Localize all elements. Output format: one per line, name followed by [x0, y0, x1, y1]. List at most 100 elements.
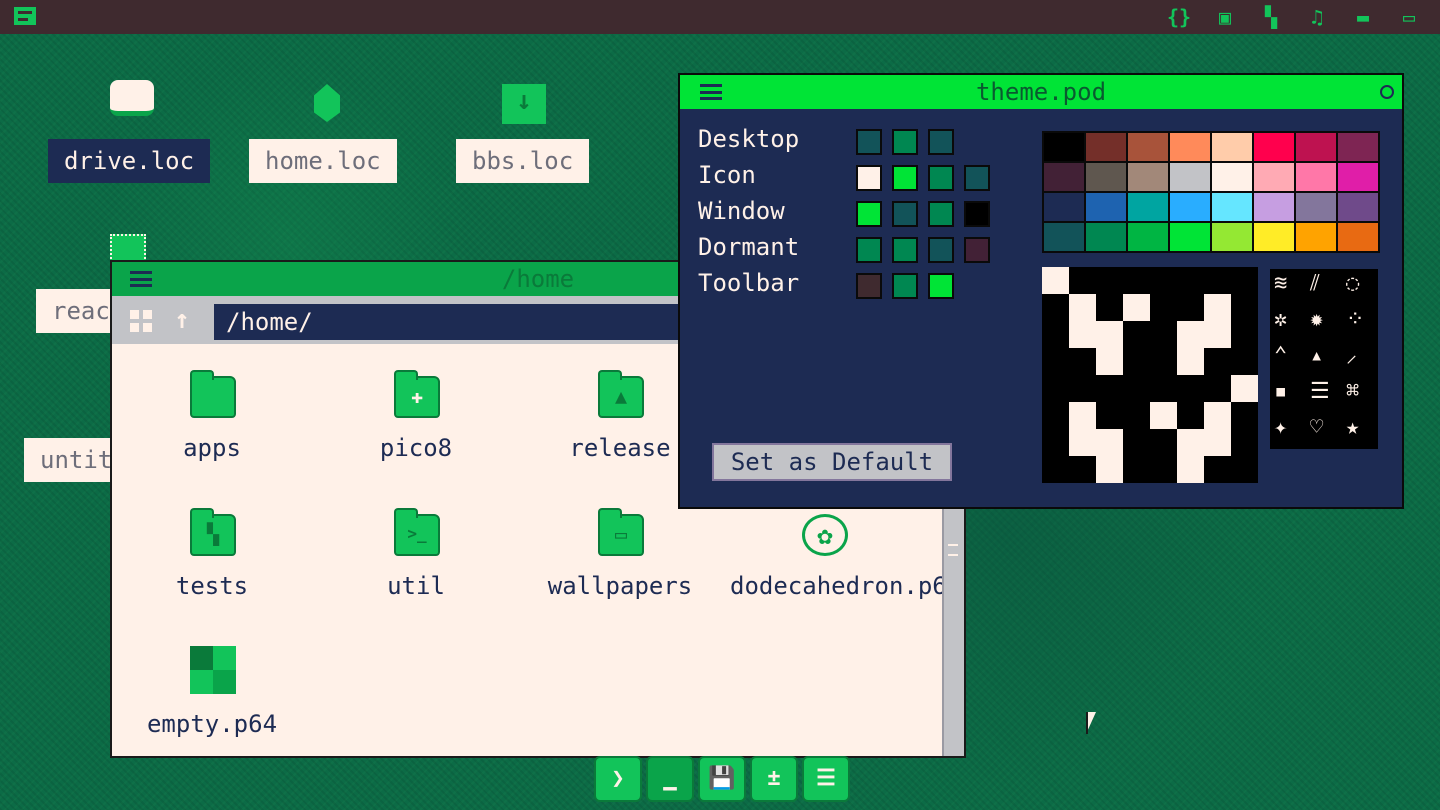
palette-color-24[interactable]: [1044, 223, 1084, 251]
triangle-pattern-icon[interactable]: ▴: [1310, 345, 1323, 367]
theme-swatch-window-1[interactable]: [892, 201, 918, 227]
theme-swatch-toolbar-0[interactable]: [856, 273, 882, 299]
set-as-default-button[interactable]: Set as Default: [712, 443, 952, 481]
theme-window-titlebar[interactable]: theme.pod: [680, 75, 1402, 109]
terminal-dock-icon[interactable]: ❯: [594, 756, 642, 802]
hash-pattern-icon[interactable]: ✲: [1274, 309, 1287, 331]
file-item-wallpapers[interactable]: ▭ wallpapers: [520, 508, 720, 634]
palette-color-12[interactable]: [1212, 163, 1252, 191]
palette-color-22[interactable]: [1296, 193, 1336, 221]
heart-pattern-icon[interactable]: ♡: [1310, 417, 1323, 439]
sprite-editor-icon[interactable]: ▣: [1212, 6, 1238, 28]
theme-swatch-window-2[interactable]: [928, 201, 954, 227]
palette-color-30[interactable]: [1296, 223, 1336, 251]
palette-color-3[interactable]: [1170, 133, 1210, 161]
palette-color-18[interactable]: [1128, 193, 1168, 221]
palette-color-10[interactable]: [1128, 163, 1168, 191]
file-item-label: tests: [175, 572, 249, 600]
terminal-desktop-icon[interactable]: [110, 234, 146, 262]
sfx-editor-icon[interactable]: ▬: [1350, 6, 1376, 28]
palette-color-16[interactable]: [1044, 193, 1084, 221]
palette-color-9[interactable]: [1086, 163, 1126, 191]
theme-swatch-dormant-1[interactable]: [892, 237, 918, 263]
theme-swatch-desktop-2[interactable]: [928, 129, 954, 155]
palette-color-27[interactable]: [1170, 223, 1210, 251]
palette-color-2[interactable]: [1128, 133, 1168, 161]
palette-color-20[interactable]: [1212, 193, 1252, 221]
save-dock-icon[interactable]: 💾: [698, 756, 746, 802]
palette-color-21[interactable]: [1254, 193, 1294, 221]
wave-pattern-icon[interactable]: ≋: [1274, 273, 1287, 295]
parent-folder-icon[interactable]: ↑: [170, 306, 194, 334]
palette-color-1[interactable]: [1086, 133, 1126, 161]
map-editor-icon[interactable]: ▚: [1258, 6, 1284, 28]
fill-pattern-picker[interactable]: ≋ ⫽ ◌ ✲ ✹ ⁘ ⌃ ▴ ⸝ ▪ ☰ ⌘ ✦ ♡ ★: [1270, 269, 1378, 449]
theme-swatch-icon-0[interactable]: [856, 165, 882, 191]
palette-color-4[interactable]: [1212, 133, 1252, 161]
palette-color-6[interactable]: [1296, 133, 1336, 161]
bars-pattern-icon[interactable]: ☰: [1310, 381, 1330, 403]
palette-color-26[interactable]: [1128, 223, 1168, 251]
tv-icon[interactable]: ▭: [1396, 6, 1422, 28]
notes-dock-icon[interactable]: ☰: [802, 756, 850, 802]
theme-swatch-window-0[interactable]: [856, 201, 882, 227]
theme-swatch-icon-2[interactable]: [928, 165, 954, 191]
palette-color-5[interactable]: [1254, 133, 1294, 161]
theme-swatch-window-3[interactable]: [964, 201, 990, 227]
file-item-dodecahedron[interactable]: dodecahedron.p64: [724, 514, 961, 634]
file-item-pico8[interactable]: ✚ pico8: [316, 370, 516, 496]
theme-swatch-dormant-3[interactable]: [964, 237, 990, 263]
grid-view-icon[interactable]: [130, 310, 152, 332]
circle-pattern-icon[interactable]: ◌: [1346, 273, 1359, 295]
theme-swatch-toolbar-2[interactable]: [928, 273, 954, 299]
dot-pattern-icon[interactable]: ▪: [1274, 381, 1287, 403]
sparse-pattern-icon[interactable]: ⸝: [1346, 345, 1357, 367]
theme-swatch-icon-1[interactable]: [892, 165, 918, 191]
palette-color-7[interactable]: [1338, 133, 1378, 161]
desktop-icon-drive-label[interactable]: drive.loc: [48, 139, 211, 183]
palette-color-31[interactable]: [1338, 223, 1378, 251]
diagonal-pattern-icon[interactable]: ⫽: [1310, 273, 1320, 295]
palette-color-11[interactable]: [1170, 163, 1210, 191]
code-editor-icon[interactable]: {}: [1166, 6, 1192, 28]
file-item-util[interactable]: >_ util: [316, 508, 516, 634]
theme-swatch-desktop-1[interactable]: [892, 129, 918, 155]
desktop-icon-home-label[interactable]: home.loc: [249, 139, 397, 183]
star-pattern-icon[interactable]: ✦: [1274, 417, 1287, 439]
bbs-download-icon[interactable]: [502, 84, 546, 124]
window-dock-icon[interactable]: ▁: [646, 756, 694, 802]
splat-pattern-icon[interactable]: ✹: [1310, 309, 1323, 331]
music-editor-icon[interactable]: ♫: [1304, 6, 1330, 28]
palette-color-0[interactable]: [1044, 133, 1084, 161]
theme-swatch-icon-3[interactable]: [964, 165, 990, 191]
file-item-apps[interactable]: apps: [112, 370, 312, 496]
wallpaper-pattern-preview[interactable]: [1042, 267, 1258, 483]
palette-color-13[interactable]: [1254, 163, 1294, 191]
palette-color-17[interactable]: [1086, 193, 1126, 221]
chevron-pattern-icon[interactable]: ⌃: [1274, 345, 1287, 367]
calculator-dock-icon[interactable]: ±: [750, 756, 798, 802]
system-menu-icon[interactable]: [14, 7, 36, 25]
sparkle-pattern-icon[interactable]: ★: [1346, 417, 1359, 439]
file-item-tests[interactable]: ▚ tests: [112, 508, 312, 634]
palette-color-19[interactable]: [1170, 193, 1210, 221]
palette-color-14[interactable]: [1296, 163, 1336, 191]
home-gem-icon[interactable]: [314, 84, 340, 122]
desktop-icon-bbs-label[interactable]: bbs.loc: [456, 139, 590, 183]
palette-color-8[interactable]: [1044, 163, 1084, 191]
cross-pattern-icon[interactable]: ⌘: [1346, 381, 1359, 403]
theme-swatch-toolbar-1[interactable]: [892, 273, 918, 299]
close-icon[interactable]: [1380, 85, 1394, 99]
palette-color-23[interactable]: [1338, 193, 1378, 221]
palette-color-15[interactable]: [1338, 163, 1378, 191]
scroll-grip-icon[interactable]: [948, 544, 958, 556]
palette-color-29[interactable]: [1254, 223, 1294, 251]
palette-color-25[interactable]: [1086, 223, 1126, 251]
file-item-empty[interactable]: empty.p64: [112, 646, 312, 756]
theme-swatch-dormant-0[interactable]: [856, 237, 882, 263]
drive-icon[interactable]: [110, 80, 154, 116]
palette-color-28[interactable]: [1212, 223, 1252, 251]
dots-pattern-icon[interactable]: ⁘: [1346, 309, 1364, 331]
theme-swatch-desktop-0[interactable]: [856, 129, 882, 155]
theme-swatch-dormant-2[interactable]: [928, 237, 954, 263]
